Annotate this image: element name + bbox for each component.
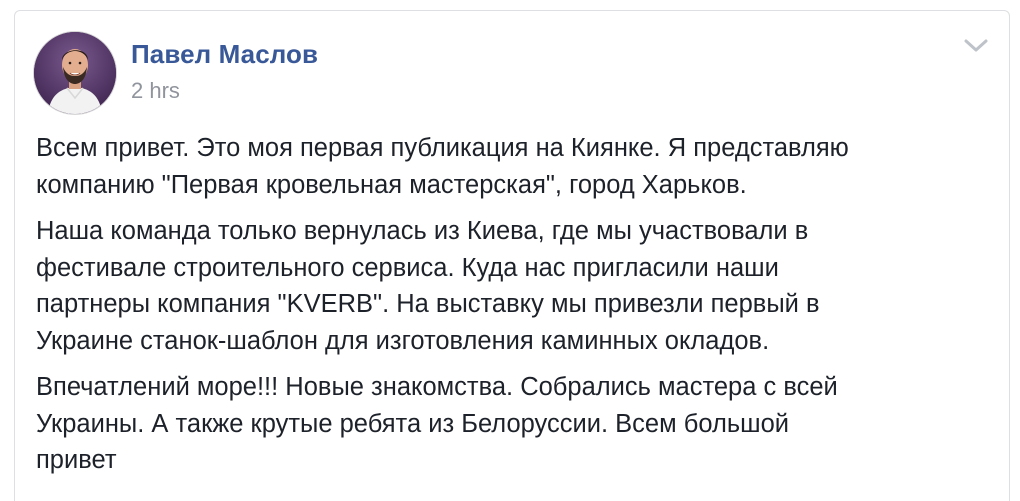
- post-paragraph: Наша команда только вернулась из Киева, …: [36, 213, 986, 359]
- author-name-link[interactable]: Павел Маслов: [131, 38, 318, 70]
- chevron-down-icon[interactable]: [962, 35, 990, 55]
- post-body: Всем привет. Это моя первая публикация н…: [36, 130, 986, 489]
- post-line: Всем привет. Это моя первая публикация н…: [36, 134, 849, 162]
- post-timestamp[interactable]: 2 hrs: [131, 77, 180, 105]
- post-line: привет: [36, 446, 117, 474]
- post-line: Украины. А также крутые ребята из Белору…: [36, 409, 789, 438]
- post-paragraph: Всем привет. Это моя первая публикация н…: [36, 130, 986, 203]
- post-line: Украине станок-шаблон для изготовления к…: [36, 326, 770, 355]
- post-line: партнеры компания "KVERB". На выставку м…: [36, 290, 820, 318]
- post-line: Наша команда только вернулась из Киева, …: [36, 217, 809, 245]
- author-avatar[interactable]: [33, 31, 117, 115]
- post-line: Впечатлений море!!! Новые знакомства. Со…: [36, 373, 838, 401]
- avatar-photo: [34, 32, 116, 114]
- post-paragraph: Впечатлений море!!! Новые знакомства. Со…: [36, 369, 986, 479]
- post-line: фестивале строительного сервиса. Куда на…: [36, 253, 779, 282]
- post-line: компанию "Первая кровельная мастерская",…: [36, 170, 747, 199]
